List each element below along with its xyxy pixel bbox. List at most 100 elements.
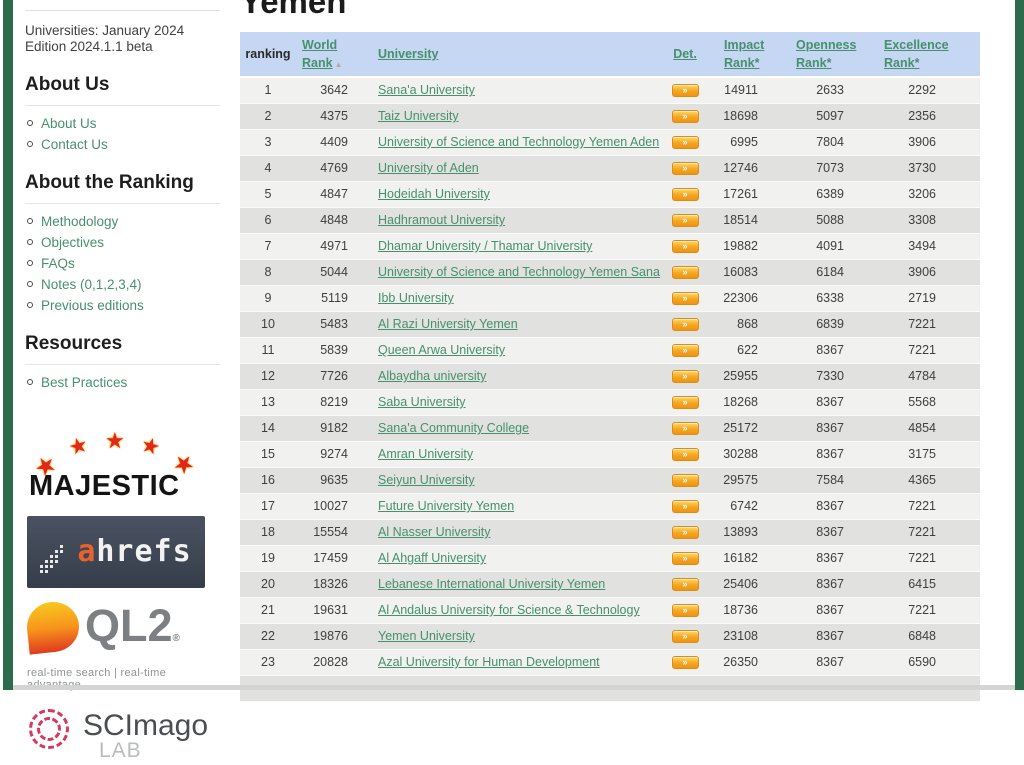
majestic-logo[interactable]: ★ ★ ★ ★ ★ MAJESTIC — [29, 422, 209, 502]
university-link[interactable]: University of Aden — [378, 161, 479, 175]
university-link[interactable]: Yemen University — [378, 629, 475, 643]
sidebar-item-faqs[interactable]: FAQs — [25, 255, 220, 273]
cell-ranking: 5 — [240, 181, 296, 207]
details-button[interactable]: » — [672, 526, 699, 539]
university-link[interactable]: Future University Yemen — [378, 499, 514, 513]
university-link[interactable]: Saba University — [378, 395, 466, 409]
sidebar-item-about-us[interactable]: About Us — [25, 115, 220, 133]
university-link[interactable]: Queen Arwa University — [378, 343, 505, 357]
header-world-rank[interactable]: World Rank▲ — [296, 32, 364, 77]
sidebar-item-methodology[interactable]: Methodology — [25, 213, 220, 231]
header-openness-rank[interactable]: Openness Rank* — [782, 32, 870, 77]
details-button[interactable]: » — [672, 110, 699, 123]
ql2-logo[interactable]: QL2® real-time search | real-time advant… — [27, 600, 217, 691]
cell-ranking: 18 — [240, 519, 296, 545]
cell-openness-rank: 4091 — [782, 233, 870, 259]
faqs-link[interactable]: FAQs — [41, 256, 75, 271]
details-button[interactable]: » — [672, 240, 699, 253]
cell-det: » — [660, 571, 710, 597]
scimago-logo[interactable]: SCImago LAB — [27, 707, 227, 765]
cell-university: University of Aden — [364, 155, 660, 181]
details-button[interactable]: » — [672, 318, 699, 331]
cell-det: » — [660, 415, 710, 441]
sidebar: Universities: January 2024 Edition 2024.… — [25, 0, 220, 765]
sidebar-item-objectives[interactable]: Objectives — [25, 234, 220, 252]
details-button[interactable]: » — [672, 552, 699, 565]
details-button[interactable]: » — [672, 500, 699, 513]
header-det[interactable]: Det. — [660, 32, 710, 77]
cell-ranking: 1 — [240, 77, 296, 103]
university-link[interactable]: Al Nasser University — [378, 525, 491, 539]
university-link[interactable]: Hodeidah University — [378, 187, 490, 201]
cell-ranking: 12 — [240, 363, 296, 389]
cell-openness-rank: 6389 — [782, 181, 870, 207]
details-button[interactable]: » — [672, 136, 699, 149]
details-button[interactable]: » — [672, 578, 699, 591]
methodology-link[interactable]: Methodology — [41, 214, 118, 229]
university-link[interactable]: Lebanese International University Yemen — [378, 577, 605, 591]
details-button[interactable]: » — [672, 266, 699, 279]
university-link[interactable]: University of Science and Technology Yem… — [378, 265, 660, 279]
details-button[interactable]: » — [672, 188, 699, 201]
bottom-edge-strip — [13, 685, 1024, 690]
details-button[interactable]: » — [672, 214, 699, 227]
details-button[interactable]: » — [672, 656, 699, 669]
cell-det: » — [660, 285, 710, 311]
header-impact-rank[interactable]: Impact Rank* — [710, 32, 782, 77]
notes-link[interactable]: Notes (0,1,2,3,4) — [41, 277, 142, 292]
header-excellence-rank[interactable]: Excellence Rank* — [870, 32, 980, 77]
cell-openness-rank: 2633 — [782, 77, 870, 103]
details-button[interactable]: » — [672, 396, 699, 409]
university-link[interactable]: Ibb University — [378, 291, 454, 305]
university-link[interactable]: Hadhramout University — [378, 213, 505, 227]
cell-openness-rank: 8367 — [782, 493, 870, 519]
best-practices-link[interactable]: Best Practices — [41, 375, 127, 390]
sidebar-item-best-practices[interactable]: Best Practices — [25, 374, 220, 392]
university-link[interactable]: University of Science and Technology Yem… — [378, 135, 659, 149]
sidebar-item-contact-us[interactable]: Contact Us — [25, 136, 220, 154]
details-button[interactable]: » — [672, 630, 699, 643]
university-link[interactable]: Sana'a University — [378, 83, 475, 97]
university-link[interactable]: Sana'a Community College — [378, 421, 529, 435]
cell-world-rank: 10027 — [296, 493, 364, 519]
details-button[interactable]: » — [672, 474, 699, 487]
university-link[interactable]: Albaydha university — [378, 369, 486, 383]
sidebar-item-notes[interactable]: Notes (0,1,2,3,4) — [25, 276, 220, 294]
header-university[interactable]: University — [364, 32, 660, 77]
university-link[interactable]: Al Razi University Yemen — [378, 317, 518, 331]
table-row: 3 4409 University of Science and Technol… — [240, 129, 980, 155]
table-row: 23 20828 Azal University for Human Devel… — [240, 649, 980, 675]
details-button[interactable]: » — [672, 344, 699, 357]
details-button[interactable]: » — [672, 604, 699, 617]
cell-excellence-rank: 2719 — [870, 285, 980, 311]
sidebar-item-previous-editions[interactable]: Previous editions — [25, 297, 220, 315]
university-link[interactable]: Seiyun University — [378, 473, 475, 487]
cell-excellence-rank: 3730 — [870, 155, 980, 181]
university-link[interactable]: Taiz University — [378, 109, 459, 123]
details-button[interactable]: » — [672, 84, 699, 97]
contact-us-link[interactable]: Contact Us — [41, 137, 108, 152]
cell-excellence-rank: 2356 — [870, 103, 980, 129]
sidebar-top-divider — [25, 10, 220, 11]
cell-det: » — [660, 207, 710, 233]
university-link[interactable]: Dhamar University / Thamar University — [378, 239, 592, 253]
details-button[interactable]: » — [672, 448, 699, 461]
university-link[interactable]: Al Ahgaff University — [378, 551, 486, 565]
university-link[interactable]: Amran University — [378, 447, 473, 461]
objectives-link[interactable]: Objectives — [41, 235, 104, 250]
previous-editions-link[interactable]: Previous editions — [41, 298, 144, 313]
details-button[interactable]: » — [672, 422, 699, 435]
cell-ranking: 10 — [240, 311, 296, 337]
details-button[interactable]: » — [672, 370, 699, 383]
university-link[interactable]: Al Andalus University for Science & Tech… — [378, 603, 640, 617]
ahrefs-logo[interactable]: ahrefs — [27, 516, 205, 588]
table-row: 6 4848 Hadhramout University » 18514 508… — [240, 207, 980, 233]
about-us-link[interactable]: About Us — [41, 116, 97, 131]
page-title-clip: Yemen — [240, 0, 980, 19]
cell-world-rank: 5044 — [296, 259, 364, 285]
details-button[interactable]: » — [672, 292, 699, 305]
details-button[interactable]: » — [672, 162, 699, 175]
cell-university: Al Razi University Yemen — [364, 311, 660, 337]
sidebar-heading-resources: Resources — [25, 333, 220, 365]
university-link[interactable]: Azal University for Human Development — [378, 655, 600, 669]
